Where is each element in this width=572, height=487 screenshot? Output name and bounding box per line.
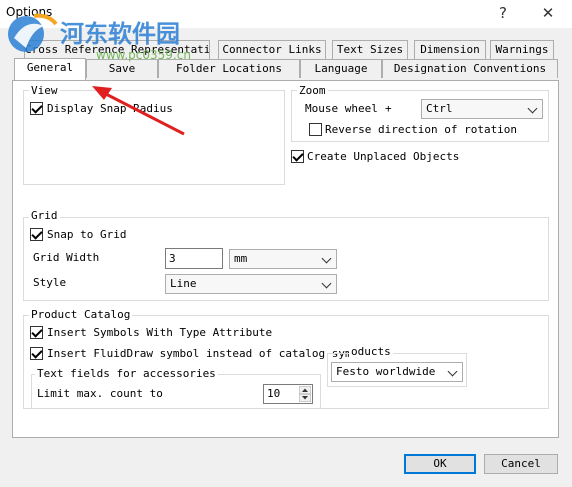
annotation-arrow-icon <box>92 86 185 136</box>
